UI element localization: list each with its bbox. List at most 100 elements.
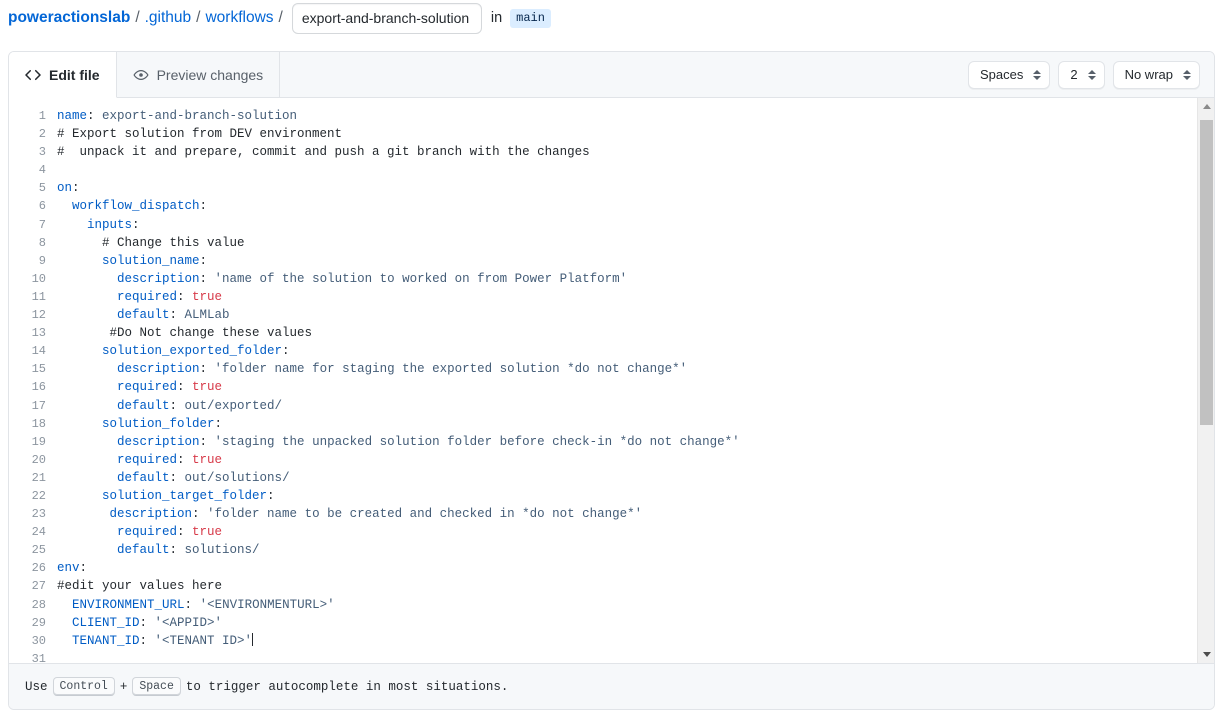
code-token: :	[282, 344, 290, 358]
code-line: 25 default: solutions/	[9, 541, 1197, 559]
kbd-control: Control	[53, 677, 115, 696]
code-token: true	[192, 290, 222, 304]
line-text: #edit your values here	[57, 577, 1197, 595]
code-token: :	[170, 399, 185, 413]
code-token: :	[140, 616, 155, 630]
code-icon	[25, 67, 41, 83]
code-token: # unpack it and prepare, commit and push…	[57, 145, 590, 159]
code-viewport: 1name: export-and-branch-solution2# Expo…	[9, 98, 1197, 663]
code-token: description	[117, 435, 200, 449]
line-text: inputs:	[57, 216, 1197, 234]
chevron-updown-icon	[1183, 70, 1191, 80]
line-number: 25	[9, 541, 57, 559]
line-number: 7	[9, 216, 57, 234]
line-number: 19	[9, 433, 57, 451]
code-token: '<APPID>'	[155, 616, 223, 630]
code-token	[57, 489, 102, 503]
line-text: solution_exported_folder:	[57, 342, 1197, 360]
line-number: 26	[9, 559, 57, 577]
code-line: 20 required: true	[9, 451, 1197, 469]
line-number: 6	[9, 197, 57, 215]
vertical-scrollbar[interactable]	[1197, 98, 1214, 663]
code-line: 17 default: out/exported/	[9, 397, 1197, 415]
code-token: :	[267, 489, 275, 503]
line-text: description: 'staging the unpacked solut…	[57, 433, 1197, 451]
code-token: 'folder name to be created and checked i…	[207, 507, 642, 521]
wrap-mode-select[interactable]: No wrap	[1113, 61, 1200, 89]
code-token: solutions/	[185, 543, 260, 557]
indent-size-value: 2	[1070, 62, 1077, 88]
code-token: :	[177, 525, 192, 539]
code-token: :	[185, 598, 200, 612]
code-token: 'name of the solution to worked on from …	[215, 272, 628, 286]
code-token: :	[200, 254, 208, 268]
code-line: 16 required: true	[9, 378, 1197, 396]
line-number: 1	[9, 107, 57, 125]
code-token: :	[170, 308, 185, 322]
editor-container: Edit file Preview changes Spaces	[8, 51, 1215, 710]
code-token: TENANT_ID	[72, 634, 140, 648]
code-token: CLIENT_ID	[72, 616, 140, 630]
scroll-down-arrow-icon[interactable]	[1198, 646, 1214, 663]
code-line: 19 description: 'staging the unpacked so…	[9, 433, 1197, 451]
line-text: # unpack it and prepare, commit and push…	[57, 143, 1197, 161]
line-text: required: true	[57, 378, 1197, 396]
code-lines[interactable]: 1name: export-and-branch-solution2# Expo…	[9, 107, 1197, 663]
autocomplete-hint-bar: Use Control + Space to trigger autocompl…	[9, 663, 1214, 709]
code-token: :	[87, 109, 102, 123]
breadcrumb-dir-github-link[interactable]: .github	[145, 9, 192, 27]
code-line: 8 # Change this value	[9, 234, 1197, 252]
code-token	[57, 417, 102, 431]
line-number: 14	[9, 342, 57, 360]
code-token: out/solutions/	[185, 471, 290, 485]
line-text: default: out/exported/	[57, 397, 1197, 415]
line-number: 16	[9, 378, 57, 396]
line-text: # Export solution from DEV environment	[57, 125, 1197, 143]
line-number: 17	[9, 397, 57, 415]
code-token: :	[170, 543, 185, 557]
code-token: description	[117, 272, 200, 286]
hint-suffix: to trigger autocomplete in most situatio…	[186, 680, 509, 694]
breadcrumb-owner-link[interactable]: poweractionslab	[8, 9, 130, 27]
code-token	[57, 344, 102, 358]
line-text: env:	[57, 559, 1197, 577]
code-line: 5on:	[9, 179, 1197, 197]
breadcrumb-dir-workflows-link[interactable]: workflows	[205, 9, 273, 27]
indent-mode-select[interactable]: Spaces	[968, 61, 1050, 89]
line-text: TENANT_ID: '<TENANT ID>'	[57, 632, 1197, 650]
scroll-up-arrow-icon[interactable]	[1198, 98, 1214, 115]
code-token	[57, 218, 87, 232]
code-line: 11 required: true	[9, 288, 1197, 306]
line-text	[57, 650, 1197, 663]
code-token: required	[117, 525, 177, 539]
tab-preview-changes[interactable]: Preview changes	[117, 52, 281, 97]
code-token: name	[57, 109, 87, 123]
code-token: solution_folder	[102, 417, 215, 431]
tab-edit-file-label: Edit file	[49, 67, 100, 83]
chevron-updown-icon	[1088, 70, 1096, 80]
editor-tabbar: Edit file Preview changes Spaces	[9, 52, 1214, 98]
code-token: inputs	[87, 218, 132, 232]
code-token: #edit your values here	[57, 579, 222, 593]
scrollbar-thumb[interactable]	[1200, 120, 1213, 425]
line-text: required: true	[57, 288, 1197, 306]
tab-edit-file[interactable]: Edit file	[9, 52, 117, 98]
line-text: on:	[57, 179, 1197, 197]
line-text: workflow_dispatch:	[57, 197, 1197, 215]
chevron-updown-icon	[1033, 70, 1041, 80]
code-editor-area[interactable]: 1name: export-and-branch-solution2# Expo…	[9, 98, 1214, 663]
code-token: out/exported/	[185, 399, 283, 413]
code-token: description	[110, 507, 193, 521]
code-token	[57, 290, 117, 304]
filename-input[interactable]	[292, 3, 482, 34]
code-token: required	[117, 290, 177, 304]
indent-size-select[interactable]: 2	[1058, 61, 1104, 89]
code-token: #Do Not change these values	[57, 326, 312, 340]
line-text: name: export-and-branch-solution	[57, 107, 1197, 125]
indent-mode-value: Spaces	[980, 62, 1023, 88]
code-token	[57, 380, 117, 394]
line-number: 2	[9, 125, 57, 143]
editor-toolbar: Spaces 2 No wrap	[968, 52, 1214, 97]
line-number: 24	[9, 523, 57, 541]
line-number: 15	[9, 360, 57, 378]
